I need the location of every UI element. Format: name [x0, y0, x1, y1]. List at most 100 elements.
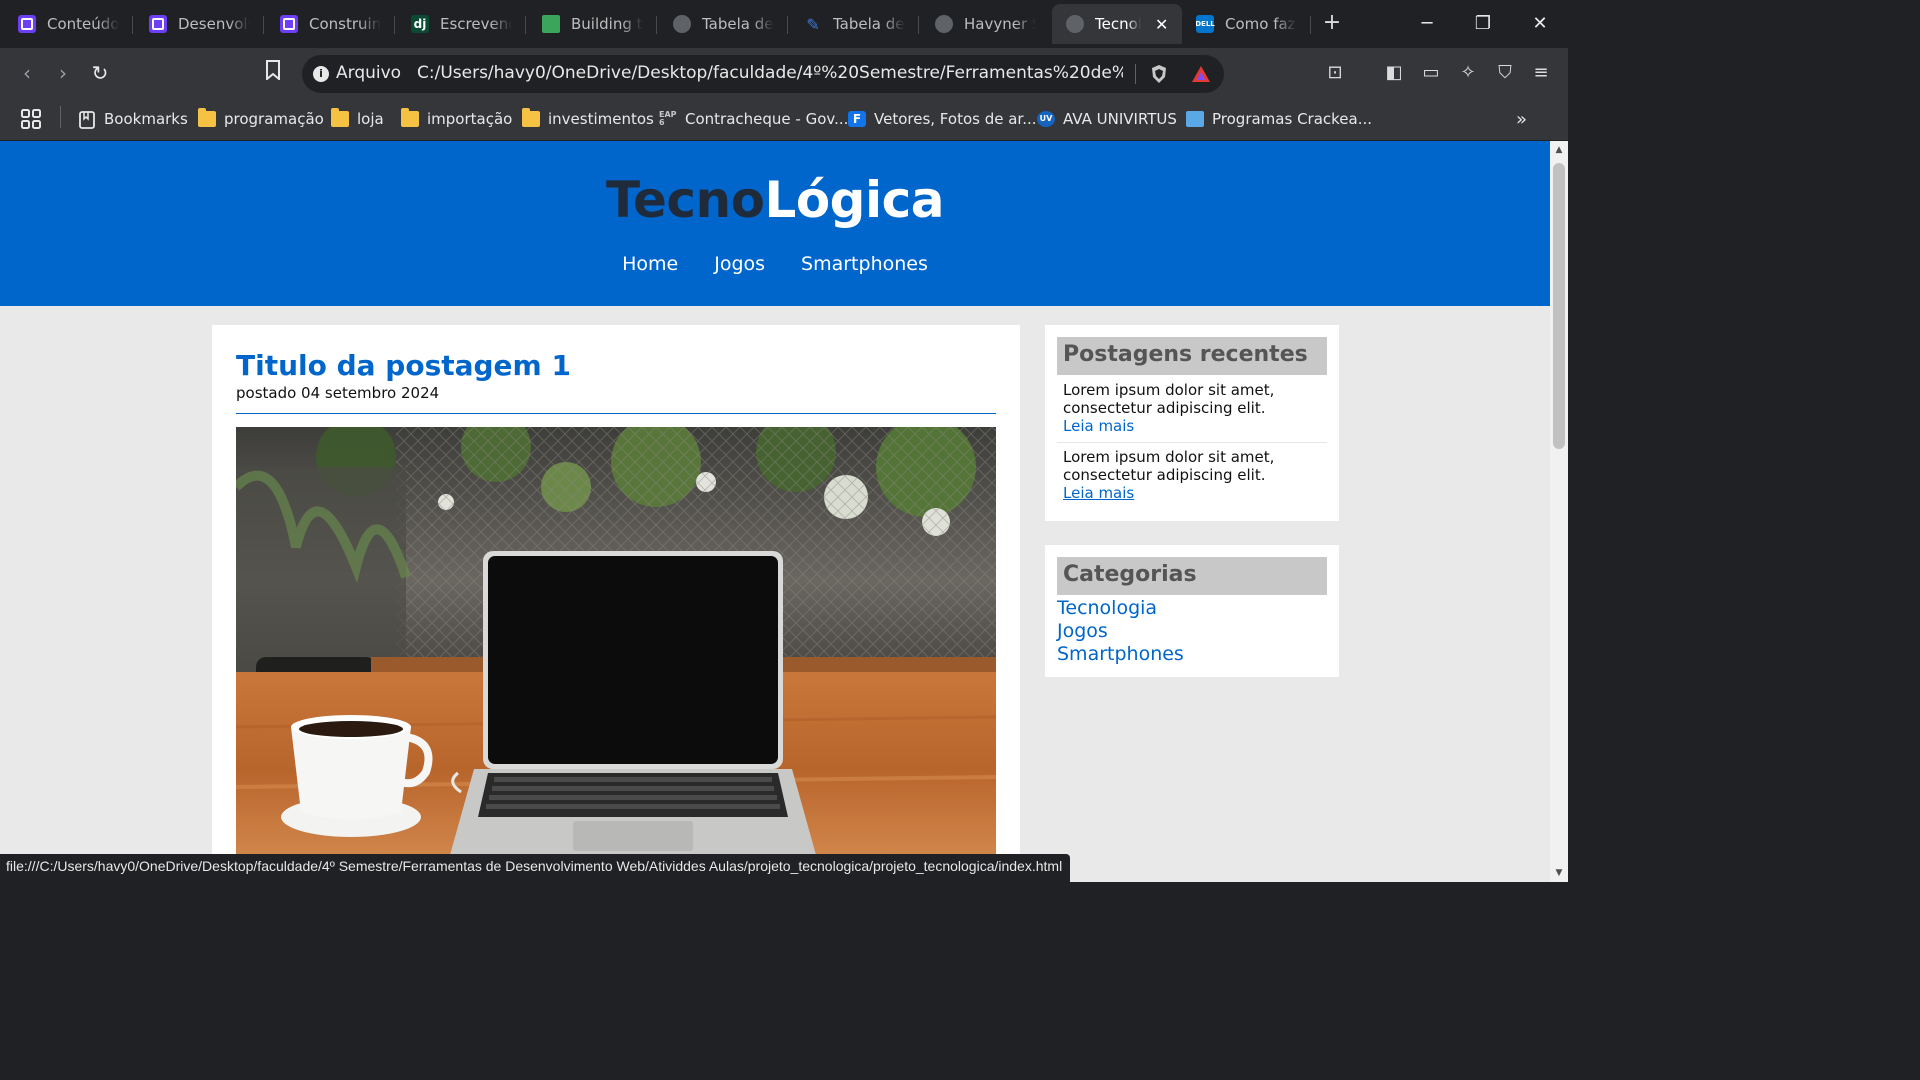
- tab-tabela-1[interactable]: Tabela de C: [673, 0, 774, 48]
- bookmark-page-icon[interactable]: [260, 60, 286, 86]
- folder-icon: [331, 108, 349, 127]
- recent-post-text: Lorem ipsum dolor sit amet, consectetur …: [1063, 381, 1275, 417]
- post-title[interactable]: Titulo da postagem 1: [236, 349, 571, 382]
- reload-icon[interactable]: ↻: [87, 60, 113, 86]
- sidebar-icon[interactable]: ◧: [1383, 62, 1405, 84]
- tab-label: Conteúdos: [47, 15, 119, 33]
- wallet-icon[interactable]: ▭: [1420, 62, 1442, 84]
- tab-building[interactable]: Building th: [542, 0, 643, 48]
- recent-posts-card: Postagens recentes Lorem ipsum dolor sit…: [1045, 325, 1339, 521]
- tab-label: Building th: [571, 15, 643, 33]
- tab-separator: [525, 16, 526, 34]
- bookmark-label: investimentos: [548, 110, 654, 128]
- bookmarks-icon: [78, 111, 96, 129]
- django-icon: dj: [411, 15, 429, 33]
- url-text[interactable]: C:/Users/havy0/OneDrive/Desktop/faculdad…: [417, 63, 1123, 83]
- bookmark-item-ava[interactable]: UV AVA UNIVIRTUS: [1037, 107, 1177, 131]
- tab-label: Havyner Si: [964, 15, 1036, 33]
- bookmark-label: Contracheque - Gov...: [685, 110, 849, 128]
- globe-icon: [1066, 15, 1084, 33]
- browser-toolbar: ‹ › ↻ i Arquivo C:/Users/havy0/OneDrive/…: [0, 48, 1568, 98]
- back-icon[interactable]: ‹: [14, 60, 40, 86]
- nav-home[interactable]: Home: [622, 253, 678, 275]
- scroll-down-icon[interactable]: ▼: [1553, 868, 1565, 878]
- tab-tabela-2[interactable]: ✎ Tabela de C: [804, 0, 905, 48]
- tab-label: Tabela de C: [702, 15, 774, 33]
- minimize-icon[interactable]: ─: [1413, 10, 1441, 38]
- bookmark-item-programas[interactable]: Programas Crackea...: [1186, 107, 1372, 131]
- purple-square-icon: [149, 15, 167, 33]
- tab-label: Como faze: [1225, 15, 1297, 33]
- bookmark-item-importacao[interactable]: importação: [401, 107, 512, 131]
- recent-posts-heading: Postagens recentes: [1057, 337, 1327, 375]
- recent-post-item: Lorem ipsum dolor sit amet, consectetur …: [1057, 448, 1327, 502]
- globe-icon: [673, 15, 691, 33]
- bookmark-item-bookmarks[interactable]: Bookmarks: [78, 107, 188, 131]
- close-window-icon[interactable]: ✕: [1526, 10, 1554, 38]
- forward-icon[interactable]: ›: [50, 60, 76, 86]
- screenshot-icon[interactable]: ⊡: [1324, 62, 1346, 84]
- page-scrollbar[interactable]: ▲ ▼: [1550, 141, 1568, 882]
- close-tab-icon[interactable]: ✕: [1155, 15, 1168, 34]
- book-icon: [542, 15, 560, 33]
- bookmark-item-investimentos[interactable]: investimentos: [522, 107, 654, 131]
- page-viewport: TecnoLógica Home Jogos Smartphones Titul…: [0, 141, 1550, 882]
- scheme-label: Arquivo: [336, 63, 402, 83]
- tab-separator: [394, 16, 395, 34]
- tab-escrevendo[interactable]: dj Escrevendo: [411, 0, 512, 48]
- bookmark-item-contracheque[interactable]: EAP 6 Contracheque - Gov...: [659, 107, 848, 131]
- tab-tecnologica[interactable]: TecnoL ✕: [1052, 4, 1183, 44]
- dell-icon: DELL: [1196, 15, 1215, 33]
- tab-separator: [656, 16, 657, 34]
- tab-construind[interactable]: Construind: [280, 0, 381, 48]
- new-tab-icon[interactable]: +: [1320, 12, 1344, 36]
- category-jogos[interactable]: Jogos: [1057, 620, 1108, 642]
- bookmark-item-programacao[interactable]: programação: [198, 107, 324, 131]
- brave-shield-icon[interactable]: [1150, 64, 1168, 84]
- bookmark-label: Programas Crackea...: [1212, 110, 1373, 128]
- scroll-thumb[interactable]: [1553, 163, 1565, 449]
- freepik-icon: F: [848, 111, 866, 127]
- category-smartphones[interactable]: Smartphones: [1057, 643, 1184, 665]
- apps-icon[interactable]: [20, 107, 42, 131]
- more-bookmarks-icon[interactable]: »: [1516, 107, 1527, 131]
- folder-icon: [401, 108, 419, 127]
- category-tecnologia[interactable]: Tecnologia: [1057, 597, 1157, 619]
- logo-part-tecno: Tecno: [606, 171, 765, 229]
- read-more-link[interactable]: Leia mais: [1063, 484, 1321, 502]
- site-header: TecnoLógica Home Jogos Smartphones: [0, 141, 1550, 306]
- read-more-link[interactable]: Leia mais: [1063, 417, 1321, 435]
- tab-conteudos[interactable]: Conteúdos: [18, 0, 119, 48]
- bookmark-label: Vetores, Fotos de ar...: [874, 110, 1037, 128]
- brave-rewards-icon[interactable]: [1191, 65, 1211, 83]
- eap-icon: EAP 6: [659, 110, 677, 127]
- purple-square-icon: [280, 15, 298, 33]
- categories-card: Categorias Tecnologia Jogos Smartphones: [1045, 545, 1339, 677]
- tab-havyner[interactable]: Havyner Si: [935, 0, 1036, 48]
- tab-separator: [787, 16, 788, 34]
- site-logo[interactable]: TecnoLógica: [0, 171, 1550, 229]
- tab-desenvolvi[interactable]: Desenvolvi: [149, 0, 250, 48]
- pen-icon: ✎: [806, 14, 820, 34]
- nav-jogos[interactable]: Jogos: [714, 253, 765, 275]
- folder-icon: [198, 108, 216, 127]
- tab-separator: [1310, 16, 1311, 34]
- post-date: postado 04 setembro 2024: [236, 384, 440, 402]
- nav-smartphones[interactable]: Smartphones: [801, 253, 928, 275]
- tab-strip: Conteúdos Desenvolvi Construind dj Escre…: [0, 0, 1568, 48]
- info-icon[interactable]: i: [313, 66, 329, 82]
- bookmark-label: Bookmarks: [104, 110, 188, 128]
- logo-part-logica: Lógica: [764, 171, 944, 229]
- leo-ai-icon[interactable]: ✧: [1457, 62, 1479, 84]
- address-bar[interactable]: i Arquivo C:/Users/havy0/OneDrive/Deskto…: [302, 55, 1224, 93]
- menu-icon[interactable]: ≡: [1530, 62, 1552, 84]
- vpn-icon[interactable]: ⛉: [1494, 62, 1516, 84]
- bookmark-label: programação: [224, 110, 324, 128]
- tab-como-faze[interactable]: DELL Como faze: [1196, 0, 1297, 48]
- bookmark-label: loja: [357, 110, 384, 128]
- bookmark-item-vetores[interactable]: F Vetores, Fotos de ar...: [848, 107, 1037, 131]
- bookmark-item-loja[interactable]: loja: [331, 107, 384, 131]
- scroll-up-icon[interactable]: ▲: [1553, 145, 1565, 155]
- laptop-cafe-photo: [236, 427, 996, 867]
- restore-icon[interactable]: ❐: [1469, 10, 1497, 38]
